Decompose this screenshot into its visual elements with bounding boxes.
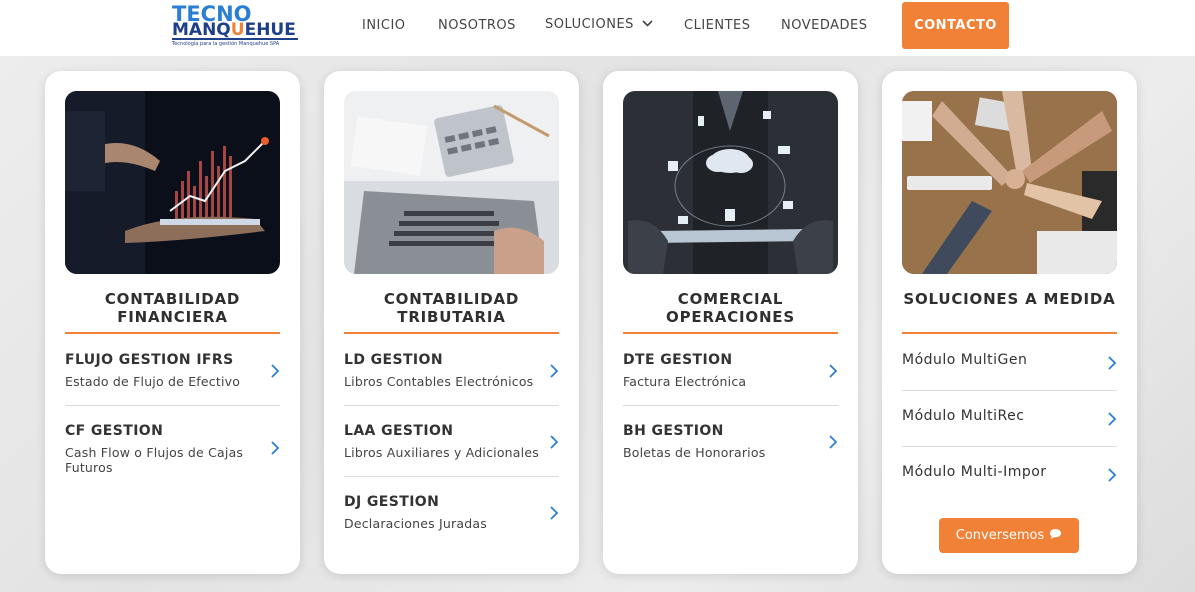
product-name: DTE GESTION — [623, 352, 733, 368]
site-header: TECNO MANQUEHUE Tecnología para la gesti… — [0, 0, 1195, 56]
product-description: Estado de Flujo de Efectivo — [65, 374, 241, 389]
chat-bubble-icon — [1049, 528, 1062, 544]
chevron-right-icon — [270, 363, 280, 378]
product-link-laa-gestion[interactable]: LAA GESTION Libros Auxiliares y Adiciona… — [344, 423, 559, 473]
nav-soluciones[interactable]: SOLUCIONES — [545, 16, 653, 32]
chevron-right-icon — [828, 363, 838, 378]
nav-soluciones-label: SOLUCIONES — [545, 17, 634, 32]
card-title: CONTABILIDAD TRIBUTARIA — [383, 290, 520, 326]
card-soluciones-a-medida: SOLUCIONES A MEDIDA Módulo MultiGen Módu… — [882, 71, 1137, 574]
card-divider — [344, 332, 559, 334]
item-divider — [623, 405, 838, 406]
item-divider — [344, 405, 559, 406]
chevron-right-icon — [1107, 355, 1117, 370]
chevron-right-icon — [1107, 467, 1117, 482]
card-image-tax — [344, 91, 559, 274]
conversemos-label: Conversemos — [955, 528, 1045, 543]
card-title: COMERCIAL OPERACIONES — [666, 290, 795, 326]
product-description: Libros Contables Electrónicos — [344, 374, 534, 389]
chevron-right-icon — [828, 434, 838, 449]
product-link-dte-gestion[interactable]: DTE GESTION Factura Electrónica — [623, 352, 838, 402]
product-name: CF GESTION — [65, 423, 164, 439]
chevron-right-icon — [549, 505, 559, 520]
chevron-down-icon — [642, 16, 653, 31]
card-image-commercial — [623, 91, 838, 274]
product-description: Libros Auxiliares y Adicionales — [344, 445, 539, 460]
product-link-cf-gestion[interactable]: CF GESTION Cash Flow o Flujos de Cajas F… — [65, 423, 280, 483]
contact-button[interactable]: CONTACTO — [902, 2, 1009, 49]
item-divider — [344, 476, 559, 477]
product-name: DJ GESTION — [344, 494, 440, 510]
card-image-finance — [65, 91, 280, 274]
product-name: BH GESTION — [623, 423, 724, 439]
card-divider — [902, 332, 1117, 334]
chevron-right-icon — [549, 363, 559, 378]
product-link-multi-impor[interactable]: Módulo Multi-Impor — [902, 464, 1117, 494]
card-divider — [623, 332, 838, 334]
chevron-right-icon — [270, 440, 280, 455]
chevron-right-icon — [1107, 411, 1117, 426]
item-divider — [65, 405, 280, 406]
product-link-bh-gestion[interactable]: BH GESTION Boletas de Honorarios — [623, 423, 838, 473]
product-name: LAA GESTION — [344, 423, 454, 439]
logo-underline — [172, 38, 298, 40]
chevron-right-icon — [549, 434, 559, 449]
product-name: Módulo MultiGen — [902, 352, 1028, 368]
logo[interactable]: TECNO MANQUEHUE Tecnología para la gesti… — [170, 3, 300, 51]
product-description: Declaraciones Juradas — [344, 516, 487, 531]
product-description: Boletas de Honorarios — [623, 445, 766, 460]
card-comercial-operaciones: COMERCIAL OPERACIONES DTE GESTION Factur… — [603, 71, 858, 574]
card-divider — [65, 332, 280, 334]
nav-novedades[interactable]: NOVEDADES — [781, 18, 868, 33]
card-contabilidad-financiera: CONTABILIDAD FINANCIERA FLUJO GESTION IF… — [45, 71, 300, 574]
product-name: FLUJO GESTION IFRS — [65, 352, 234, 368]
nav-clientes[interactable]: CLIENTES — [684, 18, 751, 33]
card-title: SOLUCIONES A MEDIDA — [903, 290, 1116, 308]
product-description: Factura Electrónica — [623, 374, 747, 389]
logo-tagline: Tecnología para la gestión Manquehue SPA — [172, 41, 280, 47]
product-name: Módulo MultiRec — [902, 408, 1025, 424]
card-image-custom-solutions — [902, 91, 1117, 274]
product-link-multigen[interactable]: Módulo MultiGen — [902, 352, 1117, 382]
product-link-ld-gestion[interactable]: LD GESTION Libros Contables Electrónicos — [344, 352, 559, 402]
product-name: LD GESTION — [344, 352, 443, 368]
product-description: Cash Flow o Flujos de Cajas Futuros — [65, 445, 244, 475]
product-link-multirec[interactable]: Módulo MultiRec — [902, 408, 1117, 438]
nav-nosotros[interactable]: NOSOTROS — [438, 18, 516, 33]
product-name: Módulo Multi-Impor — [902, 464, 1047, 480]
product-link-flujo-gestion[interactable]: FLUJO GESTION IFRS Estado de Flujo de Ef… — [65, 352, 280, 402]
item-divider — [902, 390, 1117, 391]
nav-inicio[interactable]: INICIO — [362, 18, 406, 33]
item-divider — [902, 446, 1117, 447]
conversemos-button[interactable]: Conversemos — [939, 518, 1079, 553]
card-title: CONTABILIDAD FINANCIERA — [104, 290, 241, 326]
product-link-dj-gestion[interactable]: DJ GESTION Declaraciones Juradas — [344, 494, 559, 544]
card-contabilidad-tributaria: CONTABILIDAD TRIBUTARIA LD GESTION Libro… — [324, 71, 579, 574]
